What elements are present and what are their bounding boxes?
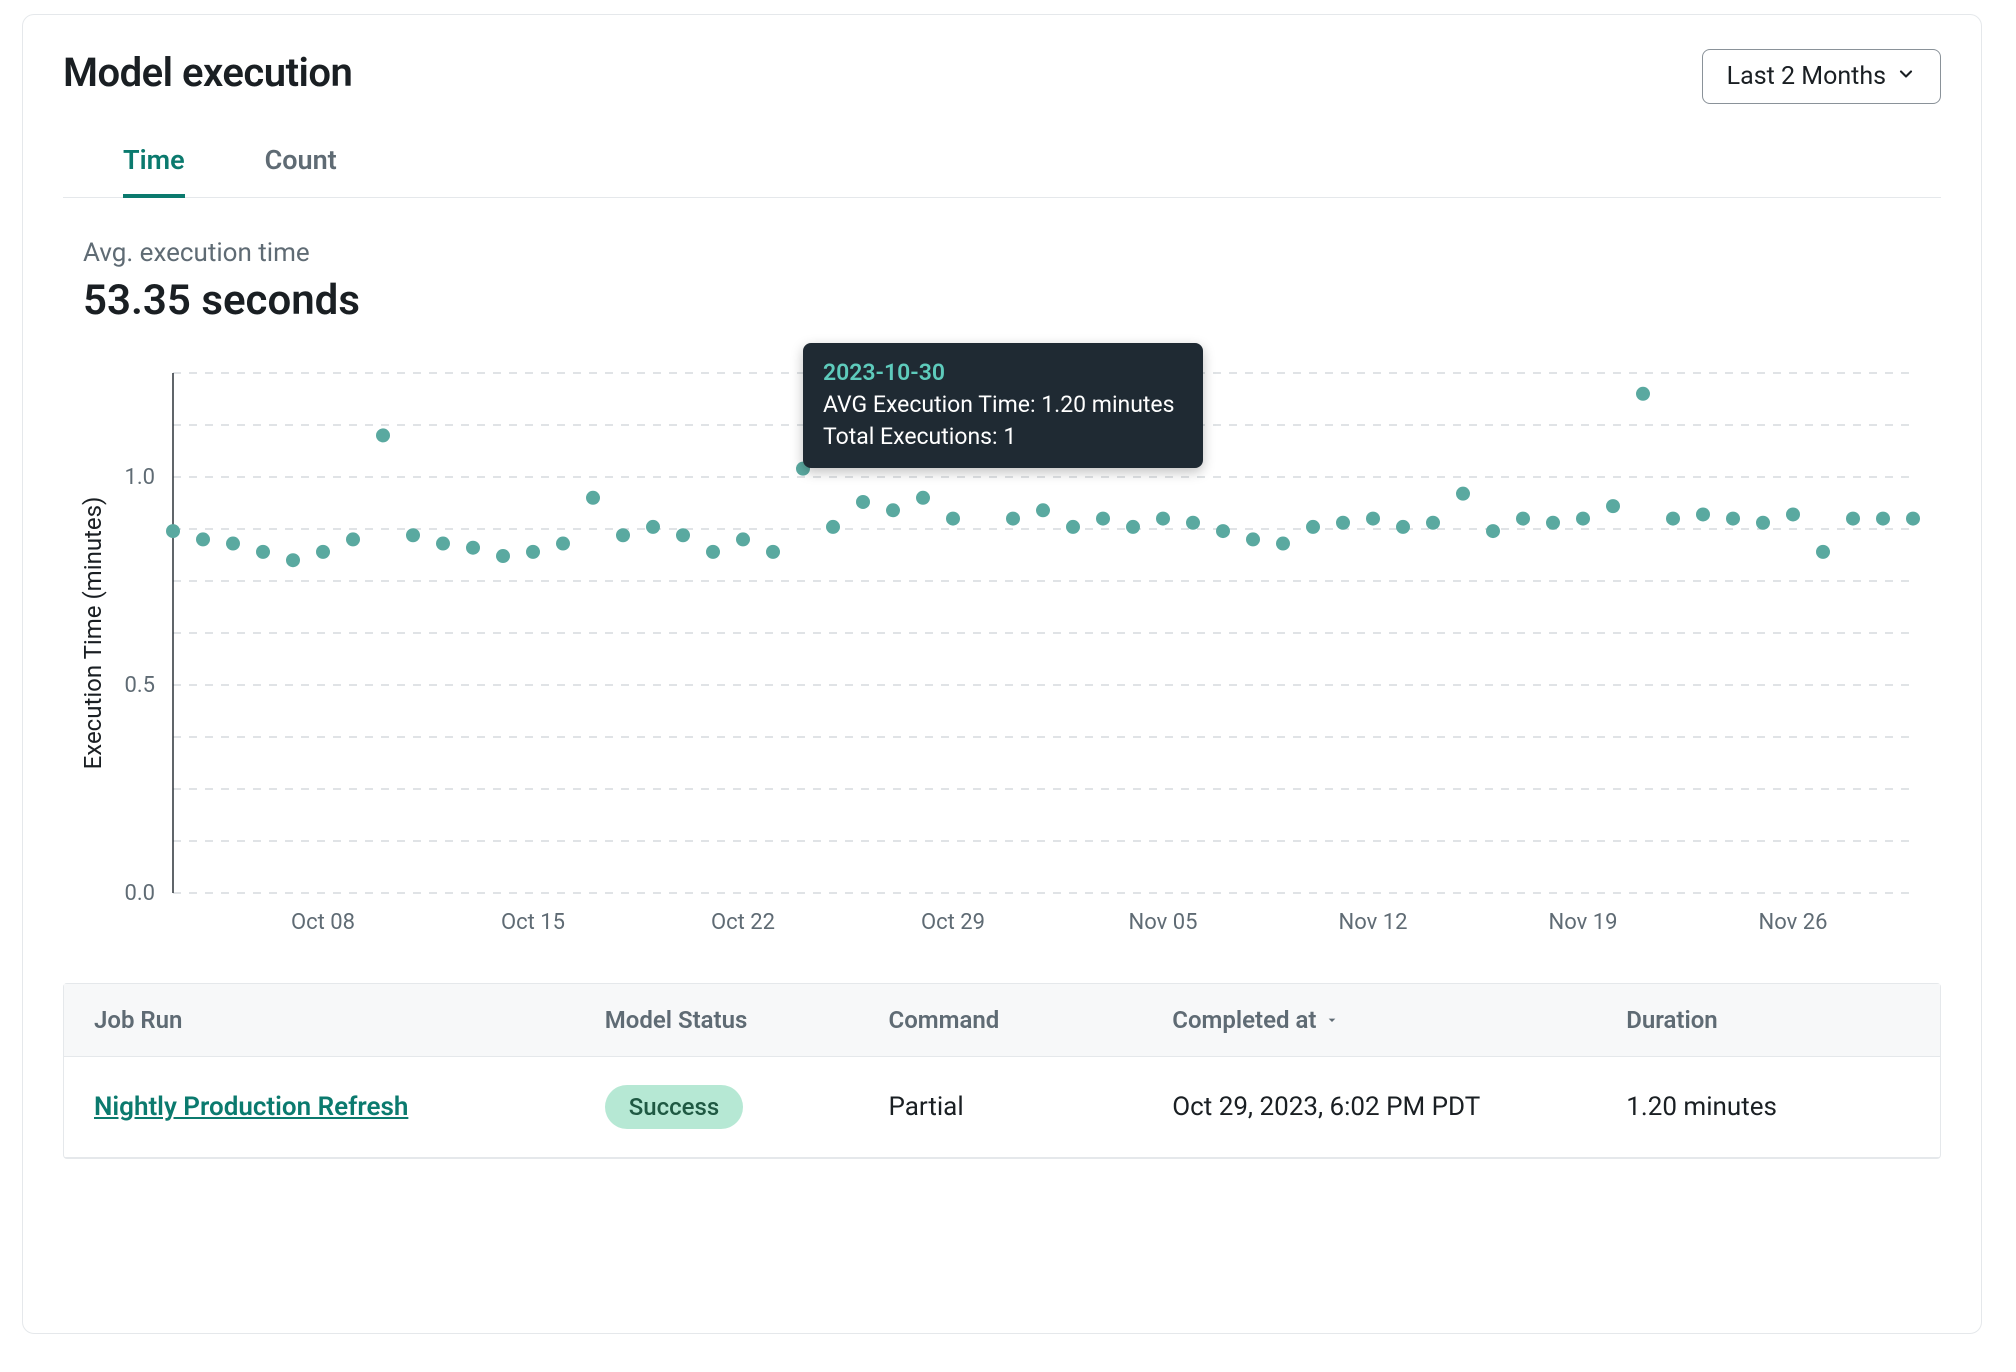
chart-point[interactable] xyxy=(886,503,900,517)
chart-point[interactable] xyxy=(646,520,660,534)
chart-point[interactable] xyxy=(526,545,540,559)
svg-text:Execution Time (minutes): Execution Time (minutes) xyxy=(79,497,107,770)
chart-zone: 2023-10-30 AVG Execution Time: 1.20 minu… xyxy=(63,333,1941,963)
chart-point[interactable] xyxy=(196,532,210,546)
status-badge: Success xyxy=(605,1085,744,1129)
chart-point[interactable] xyxy=(166,524,180,538)
svg-text:Nov 19: Nov 19 xyxy=(1549,910,1618,935)
chart-point[interactable] xyxy=(1246,532,1260,546)
svg-text:0.0: 0.0 xyxy=(124,881,155,906)
cell-completed: Oct 29, 2023, 6:02 PM PDT xyxy=(1172,1092,1626,1122)
svg-text:Nov 05: Nov 05 xyxy=(1129,910,1198,935)
chart-point[interactable] xyxy=(436,537,450,551)
chart-point[interactable] xyxy=(1606,499,1620,513)
chart-point[interactable] xyxy=(766,545,780,559)
chart-point[interactable] xyxy=(826,520,840,534)
chart-point[interactable] xyxy=(256,545,270,559)
tooltip-line-1: AVG Execution Time: 1.20 minutes xyxy=(823,389,1183,421)
chart-point[interactable] xyxy=(1516,512,1530,526)
chart-point[interactable] xyxy=(676,528,690,542)
tooltip-line-2: Total Executions: 1 xyxy=(823,421,1183,453)
chart-point[interactable] xyxy=(1726,512,1740,526)
chart-point[interactable] xyxy=(736,532,750,546)
svg-text:Oct 22: Oct 22 xyxy=(711,910,775,935)
tabs: Time Count xyxy=(63,104,1941,198)
chart-point[interactable] xyxy=(1366,512,1380,526)
svg-text:Oct 29: Oct 29 xyxy=(921,910,985,935)
chart-point[interactable] xyxy=(1786,507,1800,521)
chart-point[interactable] xyxy=(226,537,240,551)
chart-point[interactable] xyxy=(1756,516,1770,530)
cell-command: Partial xyxy=(889,1092,1173,1122)
chart-point[interactable] xyxy=(1156,512,1170,526)
svg-text:1.0: 1.0 xyxy=(124,465,155,490)
chart-point[interactable] xyxy=(1006,512,1020,526)
th-command[interactable]: Command xyxy=(889,1006,1173,1034)
chart-point[interactable] xyxy=(1066,520,1080,534)
chart-point[interactable] xyxy=(916,491,930,505)
runs-table: Job Run Model Status Command Completed a… xyxy=(63,983,1941,1159)
chart-point[interactable] xyxy=(1486,524,1500,538)
chart-point[interactable] xyxy=(466,541,480,555)
chart-point[interactable] xyxy=(1336,516,1350,530)
svg-text:Oct 08: Oct 08 xyxy=(291,910,355,935)
chart-tooltip: 2023-10-30 AVG Execution Time: 1.20 minu… xyxy=(803,343,1203,468)
chart-point[interactable] xyxy=(1846,512,1860,526)
time-range-label: Last 2 Months xyxy=(1727,62,1886,91)
stat-value: 53.35 seconds xyxy=(83,276,1921,325)
th-duration[interactable]: Duration xyxy=(1626,1006,1910,1034)
chart-point[interactable] xyxy=(1696,507,1710,521)
chart-point[interactable] xyxy=(1126,520,1140,534)
chart-point[interactable] xyxy=(346,532,360,546)
th-model-status[interactable]: Model Status xyxy=(605,1006,889,1034)
chart-point[interactable] xyxy=(1306,520,1320,534)
svg-text:Nov 12: Nov 12 xyxy=(1339,910,1408,935)
page-title: Model execution xyxy=(63,49,352,96)
caret-down-icon xyxy=(1324,1006,1340,1034)
chart-point[interactable] xyxy=(286,553,300,567)
tab-count[interactable]: Count xyxy=(265,144,337,197)
svg-text:Oct 15: Oct 15 xyxy=(501,910,565,935)
model-execution-card: Model execution Last 2 Months Time Count… xyxy=(22,14,1982,1334)
chart-point[interactable] xyxy=(1216,524,1230,538)
chart-point[interactable] xyxy=(1186,516,1200,530)
stat-label: Avg. execution time xyxy=(83,238,1921,268)
tooltip-date: 2023-10-30 xyxy=(823,357,1183,389)
chart-point[interactable] xyxy=(1426,516,1440,530)
chart-point[interactable] xyxy=(1096,512,1110,526)
table-row: Nightly Production Refresh Success Parti… xyxy=(64,1057,1940,1158)
svg-text:Nov 26: Nov 26 xyxy=(1759,910,1828,935)
chart-point[interactable] xyxy=(1546,516,1560,530)
th-completed-at[interactable]: Completed at xyxy=(1172,1006,1626,1034)
chart-point[interactable] xyxy=(376,428,390,442)
chart-point[interactable] xyxy=(1456,487,1470,501)
table-header-row: Job Run Model Status Command Completed a… xyxy=(64,984,1940,1057)
chart-point[interactable] xyxy=(1396,520,1410,534)
svg-text:0.5: 0.5 xyxy=(124,673,155,698)
chart-point[interactable] xyxy=(556,537,570,551)
chart-point[interactable] xyxy=(856,495,870,509)
chart-point[interactable] xyxy=(406,528,420,542)
chart-point[interactable] xyxy=(496,549,510,563)
chart-point[interactable] xyxy=(1906,512,1920,526)
chart-point[interactable] xyxy=(706,545,720,559)
chart-point[interactable] xyxy=(616,528,630,542)
chart-point[interactable] xyxy=(1576,512,1590,526)
tab-time[interactable]: Time xyxy=(123,144,185,198)
chart-point[interactable] xyxy=(1816,545,1830,559)
chart-point[interactable] xyxy=(1276,537,1290,551)
chart-point[interactable] xyxy=(1036,503,1050,517)
chart-point[interactable] xyxy=(1876,512,1890,526)
chart-point[interactable] xyxy=(1636,387,1650,401)
chevron-down-icon xyxy=(1896,62,1916,91)
job-run-link[interactable]: Nightly Production Refresh xyxy=(94,1092,408,1122)
chart-point[interactable] xyxy=(946,512,960,526)
time-range-dropdown[interactable]: Last 2 Months xyxy=(1702,49,1941,104)
chart-point[interactable] xyxy=(316,545,330,559)
chart-point[interactable] xyxy=(1666,512,1680,526)
th-job-run[interactable]: Job Run xyxy=(94,1006,605,1034)
cell-duration: 1.20 minutes xyxy=(1626,1092,1910,1122)
chart-point[interactable] xyxy=(586,491,600,505)
